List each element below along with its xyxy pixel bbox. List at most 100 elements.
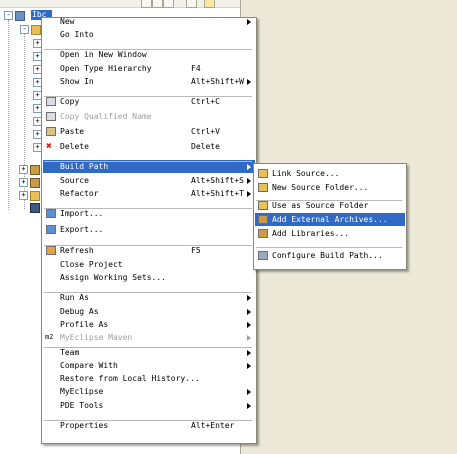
menu-item-export[interactable]: Export... (43, 223, 255, 236)
menu-item-shortcut: Alt+Shift+S (191, 176, 244, 185)
submenu-arrow-icon (247, 164, 251, 170)
menu-item-label: Compare With (60, 361, 118, 370)
submenu-arrow-icon (247, 322, 251, 328)
tree-expander[interactable]: + (19, 191, 28, 200)
menu-item-label: Restore from Local History... (60, 374, 200, 383)
menu-item-label: Delete (60, 142, 89, 151)
context-menu: New Go Into Open in New Window Open Type Hi… (41, 17, 257, 444)
folder-icon (30, 191, 40, 201)
menu-item-shortcut: Delete (191, 142, 220, 151)
menu-item-debug-as[interactable]: Debug As (43, 305, 255, 318)
file-icon (30, 203, 40, 213)
library-icon (30, 178, 40, 188)
menu-item-label: Debug As (60, 307, 99, 316)
menu-separator (256, 200, 402, 201)
menu-separator (44, 161, 252, 162)
menu-item-label: Go Into (60, 30, 94, 39)
export-icon (46, 225, 56, 234)
folder-icon (31, 25, 41, 35)
menu-item-label: MyEclipse (60, 387, 104, 396)
menu-item-myeclipse-maven: m2 MyEclipse Maven (43, 331, 255, 344)
submenu-item-add-libraries[interactable]: Add Libraries... (255, 227, 405, 240)
configure-build-path-icon (258, 251, 268, 260)
menu-item-label: Assign Working Sets... (60, 273, 166, 282)
copy-qualified-icon (46, 112, 56, 121)
menu-item-pde-tools[interactable]: PDE Tools (43, 399, 255, 412)
menu-item-label: Add External Archives... (272, 215, 388, 224)
menu-separator (44, 347, 252, 348)
submenu-arrow-icon (247, 191, 251, 197)
submenu-arrow-icon (247, 19, 251, 25)
menu-item-go-into[interactable]: Go Into (43, 28, 255, 41)
menu-item-shortcut: Ctrl+V (191, 127, 220, 136)
submenu-arrow-icon (247, 363, 251, 369)
toolbar-button[interactable] (163, 0, 174, 8)
menu-item-new[interactable]: New (43, 15, 255, 28)
menu-item-delete[interactable]: ✖ Delete Delete (43, 140, 255, 153)
add-libraries-icon (258, 229, 268, 238)
menu-item-label: Profile As (60, 320, 109, 329)
tree-expander[interactable]: - (4, 11, 13, 20)
menu-item-paste[interactable]: Paste Ctrl+V (43, 125, 255, 138)
submenu-arrow-icon (247, 350, 251, 356)
m2-icon: m2 (45, 333, 54, 341)
menu-separator (256, 247, 402, 248)
tree-guide-line (8, 20, 9, 210)
toolbar-button[interactable] (186, 0, 197, 8)
menu-separator (44, 245, 252, 246)
tree-expander[interactable]: + (19, 178, 28, 187)
menu-item-shortcut: Alt+Shift+T (191, 189, 244, 198)
menu-item-show-in[interactable]: Show In Alt+Shift+W (43, 75, 255, 88)
submenu-arrow-icon (247, 79, 251, 85)
submenu-arrow-icon (247, 178, 251, 184)
menu-item-open-type-hierarchy[interactable]: Open Type Hierarchy F4 (43, 62, 255, 75)
delete-icon: ✖ (46, 141, 53, 152)
toolbar-button[interactable] (204, 0, 215, 8)
submenu-arrow-icon (247, 389, 251, 395)
tree-expander[interactable]: - (20, 25, 29, 34)
menu-item-assign-working-sets[interactable]: Assign Working Sets... (43, 271, 255, 284)
use-source-folder-icon (258, 201, 268, 210)
menu-item-refactor[interactable]: Refactor Alt+Shift+T (43, 187, 255, 200)
paste-icon (46, 127, 56, 136)
submenu-arrow-icon (247, 295, 251, 301)
external-archives-icon (258, 215, 268, 224)
library-icon (30, 165, 40, 175)
project-icon (15, 11, 25, 21)
menu-separator (44, 208, 252, 209)
menu-item-myeclipse[interactable]: MyEclipse (43, 385, 255, 398)
menu-separator (44, 292, 252, 293)
toolbar-button[interactable] (152, 0, 163, 8)
menu-item-label: Add Libraries... (272, 229, 350, 238)
menu-item-compare-with[interactable]: Compare With (43, 359, 255, 372)
refresh-icon (46, 246, 56, 255)
menu-item-restore-from-local-history[interactable]: Restore from Local History... (43, 372, 255, 385)
submenu-arrow-icon (247, 309, 251, 315)
menu-item-label: New (60, 17, 75, 26)
menu-separator (44, 96, 252, 97)
menu-item-shortcut: Alt+Shift+W (191, 77, 244, 86)
build-path-submenu: Link Source... New Source Folder... Use as… (253, 163, 407, 270)
tree-expander[interactable]: + (19, 165, 28, 174)
menu-item-label: Export... (60, 225, 104, 234)
menu-item-label: MyEclipse Maven (60, 333, 133, 342)
menu-separator (44, 420, 252, 421)
submenu-item-add-external-archives[interactable]: Add External Archives... (255, 213, 405, 226)
menu-item-source[interactable]: Source Alt+Shift+S (43, 174, 255, 187)
menu-item-close-project[interactable]: Close Project (43, 258, 255, 271)
menu-item-label: Copy Qualified Name (60, 112, 152, 121)
menu-item-label: New Source Folder... (272, 183, 369, 192)
submenu-arrow-icon (247, 403, 251, 409)
menu-item-profile-as[interactable]: Profile As (43, 318, 255, 331)
submenu-item-configure-build-path[interactable]: Configure Build Path... (255, 249, 405, 262)
menu-item-label: Close Project (60, 260, 123, 269)
menu-item-label: Show In (60, 77, 94, 86)
link-source-icon (258, 169, 268, 178)
submenu-item-link-source[interactable]: Link Source... (255, 167, 405, 180)
menu-item-label: Configure Build Path... (272, 251, 383, 260)
menu-item-shortcut: F4 (191, 64, 201, 73)
submenu-item-new-source-folder[interactable]: New Source Folder... (255, 181, 405, 194)
toolbar-button[interactable] (141, 0, 152, 8)
menu-item-label: Refactor (60, 189, 99, 198)
view-toolbar (0, 0, 240, 8)
